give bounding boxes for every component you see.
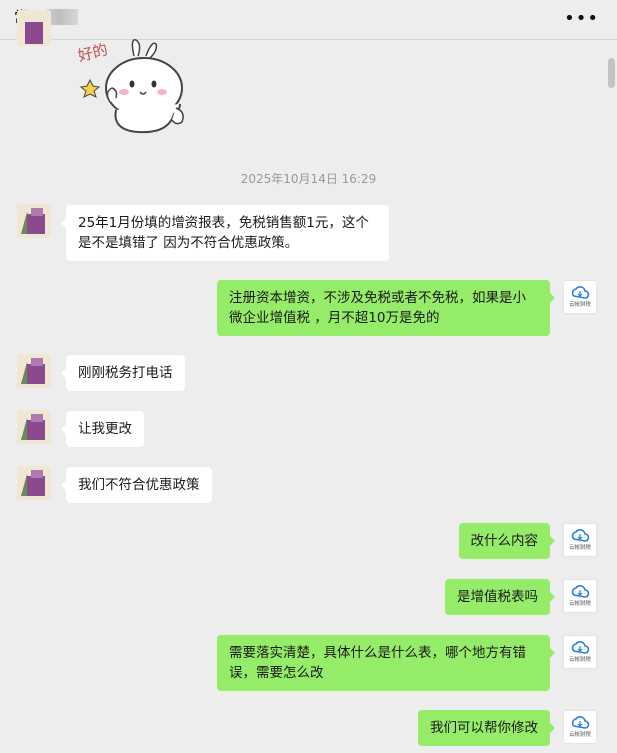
- message-bubble-right[interactable]: 我们可以帮你修改: [418, 710, 555, 746]
- user-avatar-icon: [17, 204, 51, 238]
- cloud-logo-icon: [571, 716, 590, 729]
- brand-avatar[interactable]: 云帐财税: [563, 523, 597, 557]
- user-avatar[interactable]: [17, 204, 51, 238]
- more-dots-icon[interactable]: •••: [564, 8, 599, 29]
- bunny-ok-sticker: 好的: [76, 39, 184, 134]
- brand-name: 云帐财税: [568, 657, 591, 663]
- sticker[interactable]: 好的: [72, 36, 192, 140]
- message-bubble-left[interactable]: 25年1月份填的增资报表，免税销售额1元，这个是不是填错了 因为不符合优惠政策。: [61, 205, 389, 261]
- chat-timestamp: 2025年10月14日 16:29: [240, 172, 377, 186]
- user-avatar[interactable]: [17, 410, 51, 444]
- brand-avatar[interactable]: 云帐财税: [563, 635, 597, 669]
- brand-avatar[interactable]: 云帐财税: [563, 280, 597, 314]
- sticker-text: 好的: [76, 40, 109, 65]
- user-avatar[interactable]: [17, 10, 51, 46]
- cloud-logo-icon: [571, 529, 590, 542]
- user-avatar-icon: [17, 410, 51, 444]
- brand-name: 云帐财税: [568, 732, 591, 738]
- user-avatar[interactable]: [17, 466, 51, 500]
- brand-name: 云帐财税: [568, 601, 591, 607]
- message-bubble-right[interactable]: 需要落实清楚，具体什么是什么表，哪个地方有错误，需要怎么改: [217, 635, 555, 691]
- message-bubble-left[interactable]: 刚刚税务打电话: [61, 355, 185, 391]
- brand-avatar[interactable]: 云帐财税: [563, 579, 597, 613]
- user-avatar-icon: [17, 466, 51, 500]
- cloud-logo-icon: [571, 641, 590, 654]
- message-bubble-right[interactable]: 是增值税表吗: [445, 579, 555, 615]
- brand-name: 云帐财税: [568, 545, 591, 551]
- message-bubble-left[interactable]: 我们不符合优惠政策: [61, 467, 212, 503]
- brand-avatar[interactable]: 云帐财税: [563, 710, 597, 744]
- user-avatar[interactable]: [17, 354, 51, 388]
- message-bubble-right[interactable]: 注册资本增资，不涉及免税或者不免税，如果是小微企业增值税 ，月不超10万是免的: [217, 280, 555, 336]
- brand-name: 云帐财税: [568, 302, 591, 308]
- user-avatar-icon: [17, 354, 51, 388]
- message-bubble-right[interactable]: 改什么内容: [458, 523, 555, 559]
- message-bubble-left[interactable]: 让我更改: [61, 411, 144, 447]
- chat-header: 常州 •••: [0, 0, 617, 40]
- scrollbar-thumb[interactable]: [608, 58, 615, 88]
- user-avatar-icon: [17, 10, 51, 46]
- cloud-logo-icon: [571, 286, 590, 299]
- cloud-logo-icon: [571, 585, 590, 598]
